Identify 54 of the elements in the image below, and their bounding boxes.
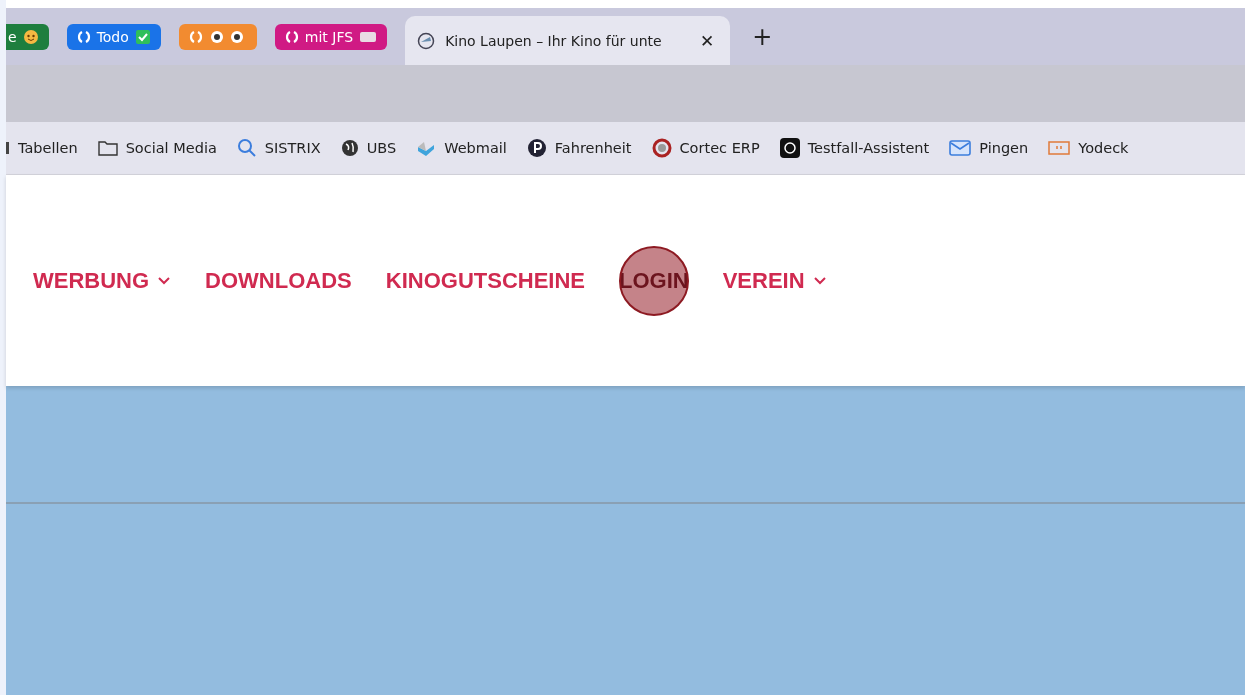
browser-tab[interactable]: Kino Laupen – Ihr Kino für unte ✕ xyxy=(405,16,731,65)
bookmark-label: Social Media xyxy=(125,140,217,156)
bookmark-label: Testfall-Assistent xyxy=(807,140,930,156)
chevron-down-icon[interactable] xyxy=(157,275,172,286)
cube-icon xyxy=(416,139,437,157)
chevron-down-icon[interactable] xyxy=(812,275,827,286)
bookmark[interactable]: Webmail xyxy=(416,139,507,157)
bookmark-label: Cortec ERP xyxy=(679,140,760,156)
bookmark-label: Pingen xyxy=(979,140,1029,156)
folder-icon xyxy=(97,140,118,156)
nav-link[interactable]: LOGIN xyxy=(619,267,689,294)
bookmark[interactable]: Testfall-Assistent xyxy=(779,138,930,158)
card-icon xyxy=(359,30,378,43)
tab-group-label: e xyxy=(8,28,17,45)
tab-group-label: mit JFS xyxy=(304,28,354,45)
nav-link[interactable]: DOWNLOADS xyxy=(205,267,352,294)
nav-link[interactable]: WERBUNG xyxy=(33,267,150,294)
circle-logo-icon xyxy=(651,138,672,158)
bookmark-label: Tabellen xyxy=(18,140,78,156)
sheet-icon xyxy=(6,140,10,156)
tab-group-label: Todo xyxy=(96,28,129,45)
search-icon xyxy=(236,138,257,158)
bookmark[interactable]: Social Media xyxy=(97,140,217,156)
bookmark[interactable]: Tabellen xyxy=(6,140,78,156)
bookmark-label: UBS xyxy=(366,140,397,156)
globe-icon xyxy=(340,139,359,157)
mail-icon xyxy=(949,139,972,157)
group-icon xyxy=(76,30,91,43)
group-icon xyxy=(188,30,203,43)
tab-group-chip[interactable]: mit JFS xyxy=(274,23,388,50)
bookmark[interactable]: SISTRIX xyxy=(236,138,321,158)
site-icon xyxy=(417,31,436,50)
nav-link[interactable]: KINOGUTSCHEINE xyxy=(385,267,585,294)
bookmark-label: Yodeck xyxy=(1078,140,1129,156)
bookmark[interactable]: UBS xyxy=(340,139,397,157)
group-icon xyxy=(284,30,299,43)
bookmark-label: Webmail xyxy=(444,140,507,156)
checkbox-icon xyxy=(134,28,151,45)
tab-group-chip[interactable]: e xyxy=(6,23,49,50)
bookmark-label: Fahrenheit xyxy=(554,140,632,156)
tab-title: Kino Laupen – Ihr Kino für unte xyxy=(445,32,663,49)
screen-icon xyxy=(1048,140,1071,156)
p-circle-icon xyxy=(526,138,547,158)
bookmark[interactable]: Pingen xyxy=(949,139,1029,157)
bookmark[interactable]: Fahrenheit xyxy=(526,138,632,158)
smiley-icon xyxy=(22,28,39,45)
bookmark[interactable]: Yodeck xyxy=(1048,140,1129,156)
new-tab-button[interactable]: + xyxy=(748,22,777,51)
tab-group-chip[interactable]: Todo xyxy=(66,23,161,50)
bookmark[interactable]: Cortec ERP xyxy=(651,138,760,158)
knot-logo-icon xyxy=(779,138,800,158)
tab-group-chip[interactable] xyxy=(178,23,257,50)
bookmark-label: SISTRIX xyxy=(264,140,321,156)
nav-link[interactable]: VEREIN xyxy=(722,267,805,294)
